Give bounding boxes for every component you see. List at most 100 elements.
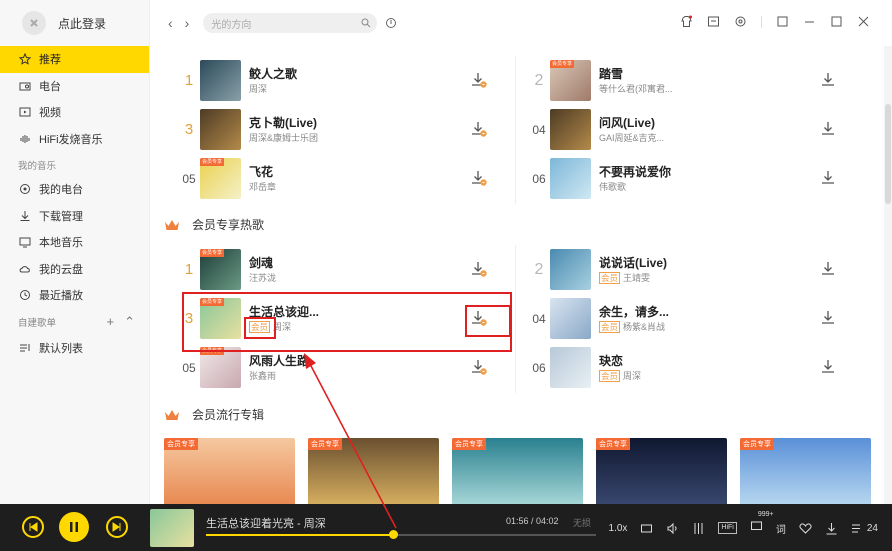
vip-badge: 会员 xyxy=(599,271,621,284)
list-item[interactable]: 2 说说话(Live) 会员 王靖雯 xyxy=(528,245,848,294)
now-playing-cover[interactable] xyxy=(150,509,194,547)
cover-image[interactable] xyxy=(200,109,241,150)
download-icon[interactable] xyxy=(820,260,838,278)
prev-button[interactable] xyxy=(22,516,44,538)
cover-image[interactable] xyxy=(550,249,591,290)
download-icon[interactable] xyxy=(470,358,488,376)
sidebar-item-radio[interactable]: 电台 xyxy=(0,73,149,100)
speed-button[interactable]: 1.0x xyxy=(609,523,628,534)
mini-mode-icon[interactable] xyxy=(776,15,789,28)
sidebar-item-video[interactable]: 视频 xyxy=(0,99,149,126)
back-icon[interactable]: ‹ xyxy=(168,15,173,31)
song-title[interactable]: 飞花 xyxy=(249,164,276,180)
list-item[interactable]: 3 克卜勒(Live) 周深&康姆士乐团 xyxy=(178,105,498,154)
song-title[interactable]: 风雨人生路 xyxy=(249,353,309,369)
lyrics-button[interactable]: 词 xyxy=(776,521,786,536)
avatar[interactable] xyxy=(22,11,46,35)
download-icon xyxy=(18,209,32,223)
download-icon[interactable] xyxy=(820,169,838,187)
cover-image[interactable] xyxy=(550,158,591,199)
user-login[interactable]: 点此登录 xyxy=(0,0,149,46)
list-item[interactable]: 05 会员专享 飞花 邓岳章 xyxy=(178,154,498,203)
add-icon[interactable]: + xyxy=(107,314,115,330)
heart-icon[interactable] xyxy=(799,522,812,535)
crown-icon xyxy=(165,409,179,420)
forward-icon[interactable]: › xyxy=(185,15,190,31)
sidebar-item-recent[interactable]: 最近播放 xyxy=(0,282,149,309)
voice-search-icon[interactable] xyxy=(385,17,397,29)
volume-icon[interactable] xyxy=(666,522,679,535)
equalizer-icon[interactable] xyxy=(692,522,705,535)
sidebar-item-default-list[interactable]: 默认列表 xyxy=(0,335,149,362)
cover-image[interactable] xyxy=(550,298,591,339)
cover-image[interactable]: 会员专享 xyxy=(550,60,591,101)
song-title[interactable]: 鲛人之歌 xyxy=(249,66,297,82)
list-item[interactable]: 04 问风(Live) GAI周延&吉克... xyxy=(528,105,848,154)
sidebar-item-my-radio[interactable]: 我的电台 xyxy=(0,176,149,203)
sidebar-item-cloud[interactable]: 我的云盘 xyxy=(0,256,149,283)
download-icon[interactable] xyxy=(470,120,488,138)
collapse-icon[interactable]: ⌃ xyxy=(124,314,135,330)
cover-image[interactable] xyxy=(550,347,591,388)
skin-icon[interactable] xyxy=(680,15,693,28)
download-icon[interactable] xyxy=(820,71,838,89)
settings-icon[interactable] xyxy=(734,15,747,28)
playlist-button[interactable]: 24 xyxy=(851,522,878,535)
hifi-button[interactable]: HiFi xyxy=(718,522,737,534)
cover-image[interactable]: 会员专享 xyxy=(200,249,241,290)
song-title[interactable]: 玦恋 xyxy=(599,353,641,369)
download-icon[interactable] xyxy=(820,120,838,138)
comments-button[interactable]: 999+ xyxy=(750,511,774,536)
progress-bar[interactable] xyxy=(206,530,596,539)
list-item[interactable]: 2 会员专享 踏雪 等什么君(邓寓君... xyxy=(528,56,848,105)
album-card[interactable]: 会员专享 xyxy=(596,438,727,504)
scrollbar[interactable] xyxy=(884,46,892,504)
search-icon[interactable] xyxy=(361,18,371,28)
cover-image[interactable]: 会员专享 xyxy=(200,347,241,388)
search-input[interactable]: 光的方向 xyxy=(203,13,378,33)
minimize-icon[interactable] xyxy=(803,15,816,28)
maximize-icon[interactable] xyxy=(830,15,843,28)
list-item[interactable]: 04 余生，请多... 会员 杨紫&肖战 xyxy=(528,294,848,343)
list-item[interactable]: 06 不要再说爱你 伟歌歌 xyxy=(528,154,848,203)
sidebar-item-recommend[interactable]: 推荐 xyxy=(0,46,149,73)
album-card[interactable]: 会员专享 xyxy=(164,438,295,504)
loop-icon[interactable] xyxy=(640,522,653,535)
album-card[interactable]: 会员专享 xyxy=(740,438,871,504)
star-icon xyxy=(18,52,32,66)
download-icon[interactable] xyxy=(470,169,488,187)
download-icon[interactable] xyxy=(820,309,838,327)
login-label[interactable]: 点此登录 xyxy=(58,15,106,32)
clock-icon xyxy=(18,288,32,302)
song-title[interactable]: 克卜勒(Live) xyxy=(249,115,318,131)
song-artist: 伟歌歌 xyxy=(599,181,627,192)
download-icon[interactable] xyxy=(470,71,488,89)
album-card[interactable]: 会员专享 xyxy=(308,438,439,504)
next-button[interactable] xyxy=(106,516,128,538)
sidebar-item-local[interactable]: 本地音乐 xyxy=(0,229,149,256)
list-item[interactable]: 1 会员专享 剑魂 汪苏泷 xyxy=(178,245,498,294)
sidebar-item-downloads[interactable]: 下载管理 xyxy=(0,203,149,230)
download-icon[interactable] xyxy=(820,358,838,376)
pause-button[interactable] xyxy=(59,512,89,542)
now-playing-title[interactable]: 生活总该迎着光亮 - 周深 xyxy=(206,515,326,531)
scroll-thumb[interactable] xyxy=(885,104,891,204)
song-title[interactable]: 踏雪 xyxy=(599,66,673,82)
cover-image[interactable] xyxy=(550,109,591,150)
cover-image[interactable]: 会员专享 xyxy=(200,158,241,199)
album-card[interactable]: 会员专享 xyxy=(452,438,583,504)
close-icon[interactable] xyxy=(857,15,870,28)
song-title[interactable]: 余生，请多... xyxy=(599,304,669,320)
cover-image[interactable] xyxy=(200,60,241,101)
song-title[interactable]: 不要再说爱你 xyxy=(599,164,671,180)
song-title[interactable]: 问风(Live) xyxy=(599,115,664,131)
download-icon[interactable] xyxy=(470,260,488,278)
song-title[interactable]: 剑魂 xyxy=(249,255,276,271)
list-item[interactable]: 1 鲛人之歌 周深 xyxy=(178,56,498,105)
song-title[interactable]: 说说话(Live) xyxy=(599,255,667,271)
list-item[interactable]: 06 玦恋 会员 周深 xyxy=(528,343,848,392)
message-icon[interactable] xyxy=(707,15,720,28)
progress-knob[interactable] xyxy=(389,530,399,539)
sidebar-item-hifi[interactable]: HiFi发烧音乐 xyxy=(0,126,149,153)
download-icon[interactable] xyxy=(825,522,838,535)
